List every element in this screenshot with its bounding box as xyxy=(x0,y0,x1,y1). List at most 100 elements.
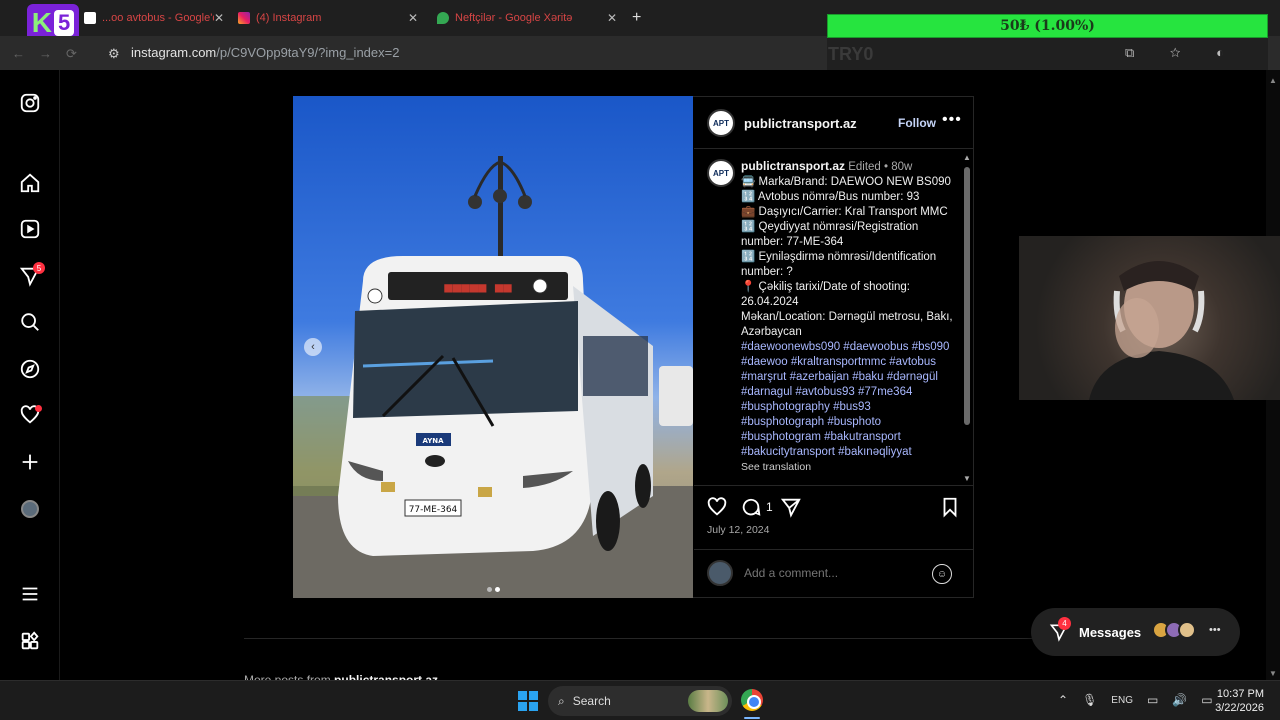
new-tab-button[interactable]: + xyxy=(632,10,648,26)
post-actions: 1 July 12, 2024 xyxy=(694,485,973,545)
messages-badge: 4 xyxy=(1058,617,1071,630)
clock[interactable]: 10:37 PM 3/22/2026 xyxy=(1212,687,1264,715)
caption-line: 🔢 Eyniləşdirmə nömrəsi/Identification nu… xyxy=(741,251,937,278)
avatar-text: APT xyxy=(713,168,729,178)
logo-5: 5 xyxy=(53,10,75,36)
notifications-badge: 5 xyxy=(33,262,45,274)
menu-icon[interactable] xyxy=(19,583,41,605)
create-icon[interactable] xyxy=(19,451,41,473)
bookmark-icon[interactable] xyxy=(939,496,961,518)
tab-google-search[interactable]: ...oo avtobus - Google'da a... ✕ xyxy=(84,6,224,30)
comment-input[interactable] xyxy=(744,566,924,580)
author-username[interactable]: publictransport.az xyxy=(744,116,857,131)
url-field[interactable]: instagram.com/p/C9VOpp9taY9/?img_index=2 xyxy=(131,45,399,60)
close-icon[interactable]: ✕ xyxy=(214,11,224,25)
active-app-indicator xyxy=(744,717,760,719)
tab-instagram[interactable]: (4) Instagram ✕ xyxy=(238,6,418,30)
scroll-up-arrow[interactable]: ▲ xyxy=(963,153,971,162)
post-date: July 12, 2024 xyxy=(707,524,770,536)
post-details-panel: APT publictransport.az Follow ••• APT pu… xyxy=(694,97,973,597)
scroll-thumb[interactable] xyxy=(964,167,970,425)
search-label: Search xyxy=(572,694,611,708)
clock-date: 3/22/2026 xyxy=(1215,702,1264,714)
more-icon: ••• xyxy=(1209,624,1221,636)
comment-count: 1 xyxy=(766,500,773,514)
caption-scrollbar[interactable]: ▲ ▼ xyxy=(962,153,972,483)
close-icon[interactable]: ✕ xyxy=(408,11,418,25)
caption-line: 🔢 Qeydiyyat nömrəsi/Registration number:… xyxy=(741,221,919,248)
activity-dot xyxy=(35,405,42,412)
author-avatar[interactable]: APT xyxy=(707,109,735,137)
caption-meta: Edited • 80w xyxy=(848,161,913,173)
donation-text: 50₺ (1.00%) xyxy=(1000,18,1095,34)
profile-avatar[interactable] xyxy=(19,498,41,520)
caption-line: 💼 Daşıyıcı/Carrier: Kral Transport MMC xyxy=(741,206,948,218)
share-icon[interactable] xyxy=(780,496,802,518)
comment-box: ☺ xyxy=(694,549,973,597)
avatar-text: APT xyxy=(713,118,729,128)
tab-google-maps[interactable]: Neftçilər - Google Xəritə ✕ xyxy=(437,6,617,30)
taskbar-search[interactable]: ⌕ Search xyxy=(548,686,732,716)
instagram-sidebar: 5 xyxy=(0,70,60,680)
logo-k: K xyxy=(31,7,52,38)
caption-line: 📍 Çəkiliş tarixi/Date of shooting: 26.04… xyxy=(741,281,910,308)
carousel-dot-active xyxy=(495,587,500,592)
scroll-down-arrow[interactable]: ▼ xyxy=(1269,669,1277,678)
scroll-down-arrow[interactable]: ▼ xyxy=(963,474,971,483)
more-options-icon[interactable]: ••• xyxy=(942,111,962,129)
tab-label: (4) Instagram xyxy=(256,12,322,24)
donation-goal-bar: 50₺ (1.00%) xyxy=(827,14,1268,38)
post-header: APT publictransport.az Follow ••• xyxy=(694,97,973,149)
caption-hashtags[interactable]: #daewoonewbs090 #daewoobus #bs090 #daewo… xyxy=(741,341,949,458)
caption-author[interactable]: publictransport.az xyxy=(741,159,845,173)
overlay-faded-label: TRY0 xyxy=(828,44,874,64)
explore-icon[interactable] xyxy=(19,358,41,380)
comment-icon[interactable] xyxy=(740,496,762,518)
close-icon[interactable]: ✕ xyxy=(607,11,617,25)
battery-icon[interactable]: ▭ xyxy=(1201,693,1212,707)
follow-button[interactable]: Follow xyxy=(898,116,936,130)
system-tray: ⌃ 🎙 ENG ▭ 🔊 ▭ xyxy=(1058,693,1213,707)
post-image[interactable]: ■■■■■ ■■ AYNA 77-ME-364 xyxy=(293,96,693,598)
language-indicator[interactable]: ENG xyxy=(1111,695,1133,706)
bus-badge-label: AYNA xyxy=(422,437,444,445)
bus-photo-illustration: ■■■■■ ■■ AYNA 77-ME-364 xyxy=(293,156,693,598)
avatar xyxy=(1178,621,1196,639)
see-translation-link[interactable]: See translation xyxy=(741,461,811,473)
webcam-overlay xyxy=(1019,236,1280,400)
site-settings-icon[interactable]: ⚙ xyxy=(108,46,120,62)
like-heart-icon[interactable] xyxy=(706,496,728,518)
previous-image-button[interactable]: ‹ xyxy=(304,338,322,356)
windows-start-icon[interactable] xyxy=(518,691,538,711)
clock-time: 10:37 PM xyxy=(1216,688,1264,700)
carousel-dot xyxy=(487,587,492,592)
tab-label: ...oo avtobus - Google'da a... xyxy=(102,12,214,24)
tab-label: Neftçilər - Google Xəritə xyxy=(455,12,573,24)
instagram-logo-icon[interactable] xyxy=(19,92,41,114)
caption-line: 🔢 Avtobus nömrə/Bus number: 93 xyxy=(741,191,920,203)
search-icon[interactable] xyxy=(19,311,41,333)
map-pin-icon xyxy=(437,12,449,24)
microphone-icon[interactable]: 🎙 xyxy=(1082,693,1097,707)
home-icon[interactable] xyxy=(19,172,41,194)
post-caption: publictransport.az Edited • 80w 🚍 Marka/… xyxy=(741,159,957,475)
search-highlight-image xyxy=(688,690,728,712)
message-avatars xyxy=(1152,621,1196,644)
volume-icon[interactable]: 🔊 xyxy=(1172,693,1187,707)
url-host: instagram.com xyxy=(131,45,217,60)
browser-toolbar-icons[interactable]: ⧉ ☆ ◐ xyxy=(1125,45,1240,61)
google-icon xyxy=(84,12,96,24)
nav-buttons[interactable]: ←→⟳ xyxy=(12,46,91,62)
url-path: /p/C9VOpp9taY9/?img_index=2 xyxy=(216,45,400,60)
chevron-up-icon[interactable]: ⌃ xyxy=(1058,693,1068,707)
also-from-meta-icon[interactable] xyxy=(19,630,41,652)
emoji-icon[interactable]: ☺ xyxy=(932,564,952,584)
reels-icon[interactable] xyxy=(19,218,41,240)
chrome-icon[interactable] xyxy=(741,689,763,711)
caption-author-avatar[interactable]: APT xyxy=(707,159,735,187)
search-icon: ⌕ xyxy=(558,693,565,708)
network-icon[interactable]: ▭ xyxy=(1147,693,1158,707)
scroll-up-arrow[interactable]: ▲ xyxy=(1269,76,1277,85)
caption-line: Məkan/Location: Dərnəgül metrosu, Bakı, … xyxy=(741,311,953,338)
taskbar: ⌕ Search ⌃ 🎙 ENG ▭ 🔊 ▭ 10:37 PM 3/22/202… xyxy=(0,680,1280,720)
